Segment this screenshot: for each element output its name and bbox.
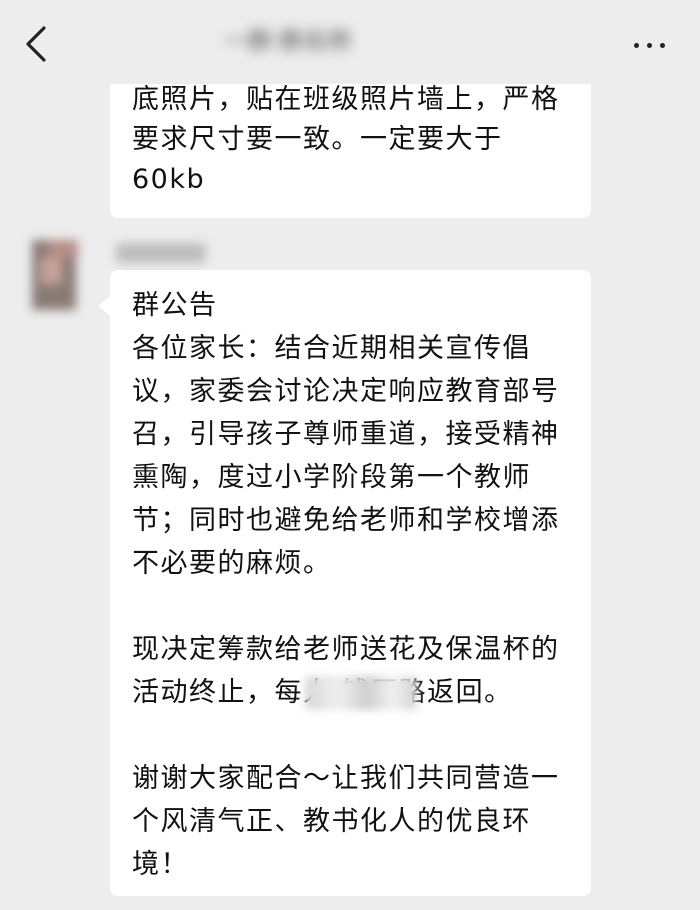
more-dot [660,43,665,48]
chat-header: 一群·群名称 [0,0,700,84]
more-button[interactable] [634,40,666,50]
back-button[interactable] [18,22,58,66]
more-dot [647,43,652,48]
announcement-text: 群公告 各位家长：结合近期相关宣传倡 议，家委会讨论决定响应教育部号 召，引导孩… [132,290,560,880]
redaction-mosaic [305,676,417,710]
chat-title: 一群·群名称 [224,28,474,54]
avatar-shape [48,240,78,258]
avatar[interactable] [18,234,98,314]
chevron-left-icon [26,26,46,62]
more-dots-icon [634,43,639,48]
avatar-shape [40,258,62,284]
announcement-bubble[interactable]: 群公告 各位家长：结合近期相关宣传倡 议，家委会讨论决定响应教育部号 召，引导孩… [98,270,591,896]
chat-title-text: 一群·群名称 [224,28,352,54]
sender-name [116,243,206,263]
